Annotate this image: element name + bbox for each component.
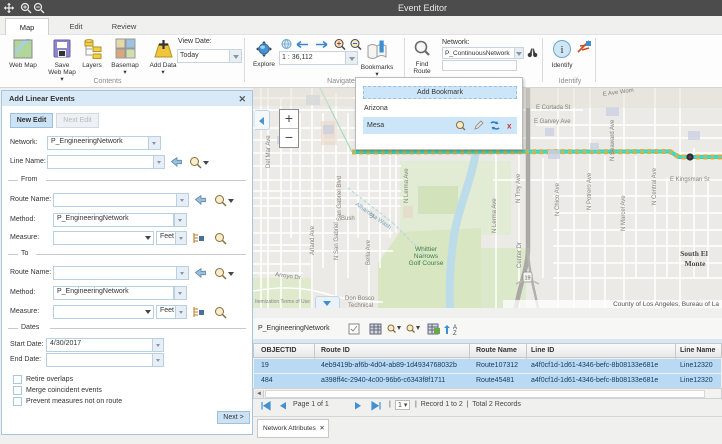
svg-text:N San Gabriel: N San Gabriel: [334, 222, 340, 260]
svg-text:N Lerma Ave: N Lerma Ave: [492, 198, 498, 233]
svg-text:South El: South El: [680, 249, 708, 258]
svg-text:N Seaward Ave: N Seaward Ave: [610, 119, 616, 161]
svg-text:i: i: [560, 44, 563, 56]
svg-text:Whittier: Whittier: [415, 246, 438, 253]
svg-text:Itemization Terms of Use: Itemization Terms of Use: [255, 299, 310, 305]
svg-text:Narrows: Narrows: [414, 253, 439, 260]
svg-text:E Cortada St: E Cortada St: [536, 105, 571, 111]
svg-text:Center Dr: Center Dr: [517, 242, 523, 268]
svg-text:N Marcel Ave: N Marcel Ave: [621, 195, 627, 231]
svg-text:N Lerma Ave: N Lerma Ave: [404, 168, 410, 203]
svg-text:Bella Ave: Bella Ave: [366, 239, 372, 265]
svg-text:E Kingsman St: E Kingsman St: [670, 177, 710, 183]
svg-text:N Central Ave: N Central Ave: [652, 167, 658, 205]
svg-text:San Gabriel Blvd: San Gabriel Blvd: [337, 176, 343, 221]
svg-text:19: 19: [524, 276, 530, 282]
svg-text:Don Bosco: Don Bosco: [345, 296, 375, 302]
svg-text:Del Mar Ave: Del Mar Ave: [266, 135, 272, 168]
svg-text:Arland Ave: Arland Ave: [310, 225, 316, 255]
svg-text:County of Los Angeles, Bureau: County of Los Angeles, Bureau of La: [613, 301, 719, 308]
svg-text:N Potrero Ave: N Potrero Ave: [587, 172, 593, 210]
svg-text:Monte: Monte: [685, 259, 706, 268]
svg-text:N Troy Ave: N Troy Ave: [516, 173, 522, 203]
svg-text:Z: Z: [453, 331, 457, 337]
svg-text:E Garvey Ave: E Garvey Ave: [534, 119, 571, 125]
svg-text:x: x: [507, 122, 512, 131]
svg-text:N Chico Ave: N Chico Ave: [555, 182, 561, 216]
svg-text:Golf Course: Golf Course: [409, 260, 444, 267]
svg-text:Bush: Bush: [341, 216, 355, 222]
